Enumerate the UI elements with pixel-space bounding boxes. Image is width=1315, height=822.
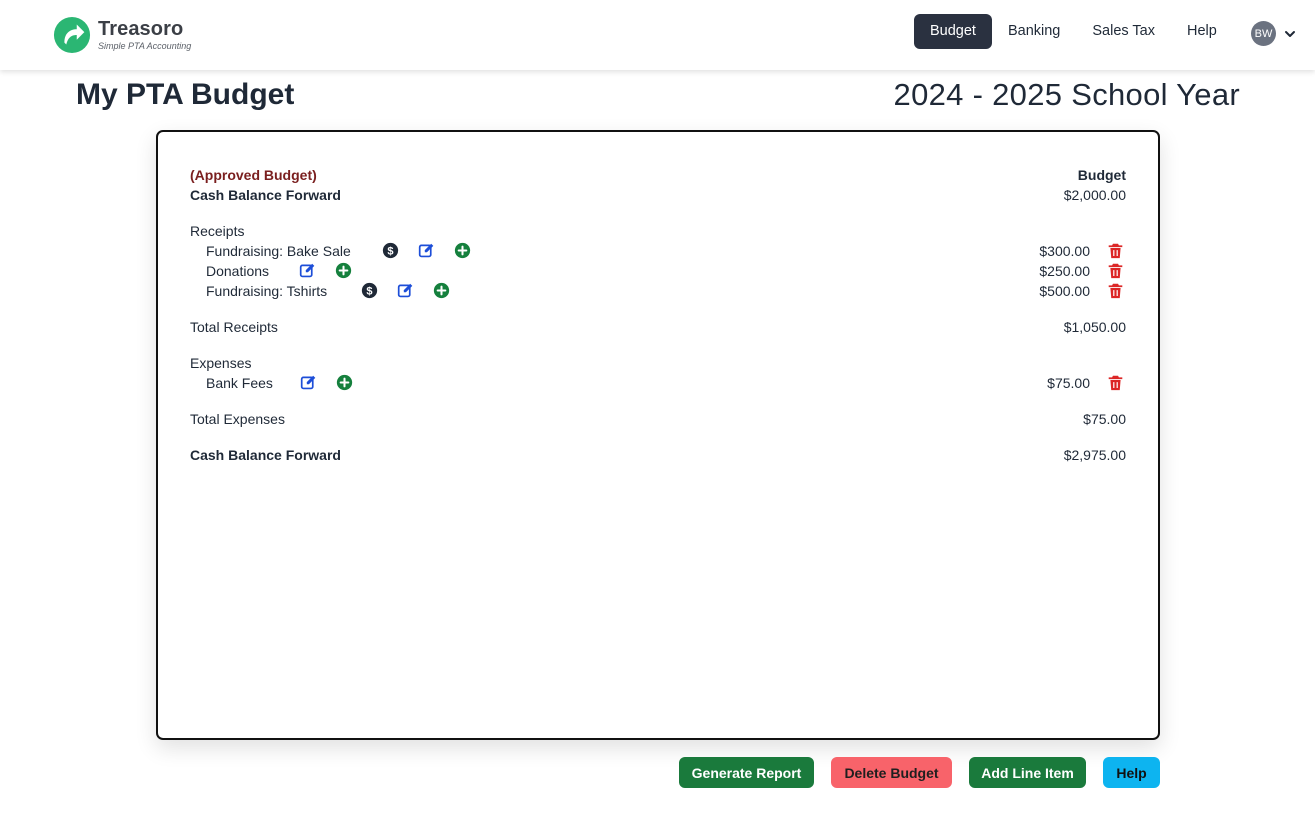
expenses-heading: Expenses	[190, 355, 252, 371]
nav-sales-tax[interactable]: Sales Tax	[1076, 14, 1171, 49]
closing-balance-label: Cash Balance Forward	[190, 447, 341, 463]
nav-banking[interactable]: Banking	[992, 14, 1076, 49]
school-year-title: 2024 - 2025 School Year	[893, 77, 1240, 112]
chevron-down-icon	[1285, 30, 1295, 37]
receipt-line-name: Fundraising: Tshirts	[206, 283, 328, 299]
receipt-line-name: Fundraising: Bake Sale	[206, 243, 351, 259]
dollar-icon[interactable]: $	[361, 282, 378, 299]
main-nav: Budget Banking Sales Tax Help	[914, 14, 1233, 49]
top-navbar: Treasoro Simple PTA Accounting Budget Ba…	[0, 0, 1315, 70]
trash-icon[interactable]	[1107, 242, 1124, 259]
add-circle-icon[interactable]	[454, 242, 471, 259]
page-title: My PTA Budget	[76, 78, 295, 111]
receipt-line-name: Donations	[206, 263, 270, 279]
delete-budget-button[interactable]: Delete Budget	[831, 757, 952, 788]
receipts-heading: Receipts	[190, 223, 245, 239]
add-circle-icon[interactable]	[336, 374, 353, 391]
opening-balance-label: Cash Balance Forward	[190, 187, 341, 203]
expense-line-amount: $75.00	[1047, 375, 1090, 391]
trash-icon[interactable]	[1107, 262, 1124, 279]
add-line-item-button[interactable]: Add Line Item	[969, 757, 1086, 788]
nav-budget[interactable]: Budget	[914, 14, 992, 49]
total-expenses-label: Total Expenses	[190, 411, 285, 427]
receipt-line-amount: $300.00	[1039, 243, 1090, 259]
opening-balance-amount: $2,000.00	[1063, 187, 1126, 203]
total-receipts-label: Total Receipts	[190, 319, 278, 335]
edit-icon[interactable]	[397, 282, 414, 299]
brand-name: Treasoro	[98, 18, 184, 40]
add-circle-icon[interactable]	[433, 282, 450, 299]
generate-report-button[interactable]: Generate Report	[679, 757, 814, 788]
add-circle-icon[interactable]	[335, 262, 352, 279]
budget-status: (Approved Budget)	[190, 167, 317, 183]
budget-column-header: Budget	[1077, 167, 1126, 183]
dollar-icon[interactable]: $	[382, 242, 399, 259]
nav-help[interactable]: Help	[1171, 14, 1233, 49]
svg-text:$: $	[366, 285, 372, 297]
edit-icon[interactable]	[418, 242, 435, 259]
total-expenses-amount: $75.00	[1083, 411, 1126, 427]
trash-icon[interactable]	[1107, 374, 1124, 391]
budget-card: (Approved Budget) Budget Cash Balance Fo…	[156, 130, 1160, 740]
edit-icon[interactable]	[299, 262, 316, 279]
brand-logo[interactable]: Treasoro Simple PTA Accounting	[53, 16, 191, 54]
receipt-line-amount: $250.00	[1039, 263, 1090, 279]
avatar: BW	[1251, 21, 1276, 46]
trash-icon[interactable]	[1107, 282, 1124, 299]
expense-line-name: Bank Fees	[206, 375, 273, 391]
total-receipts-amount: $1,050.00	[1063, 319, 1126, 335]
treasoro-arrow-logo-icon	[53, 16, 91, 54]
help-button[interactable]: Help	[1103, 757, 1160, 788]
user-menu[interactable]: BW	[1251, 21, 1296, 46]
svg-text:$: $	[387, 245, 393, 257]
receipt-line-amount: $500.00	[1039, 283, 1090, 299]
brand-tagline: Simple PTA Accounting	[98, 41, 192, 51]
closing-balance-amount: $2,975.00	[1063, 447, 1126, 463]
edit-icon[interactable]	[300, 374, 317, 391]
